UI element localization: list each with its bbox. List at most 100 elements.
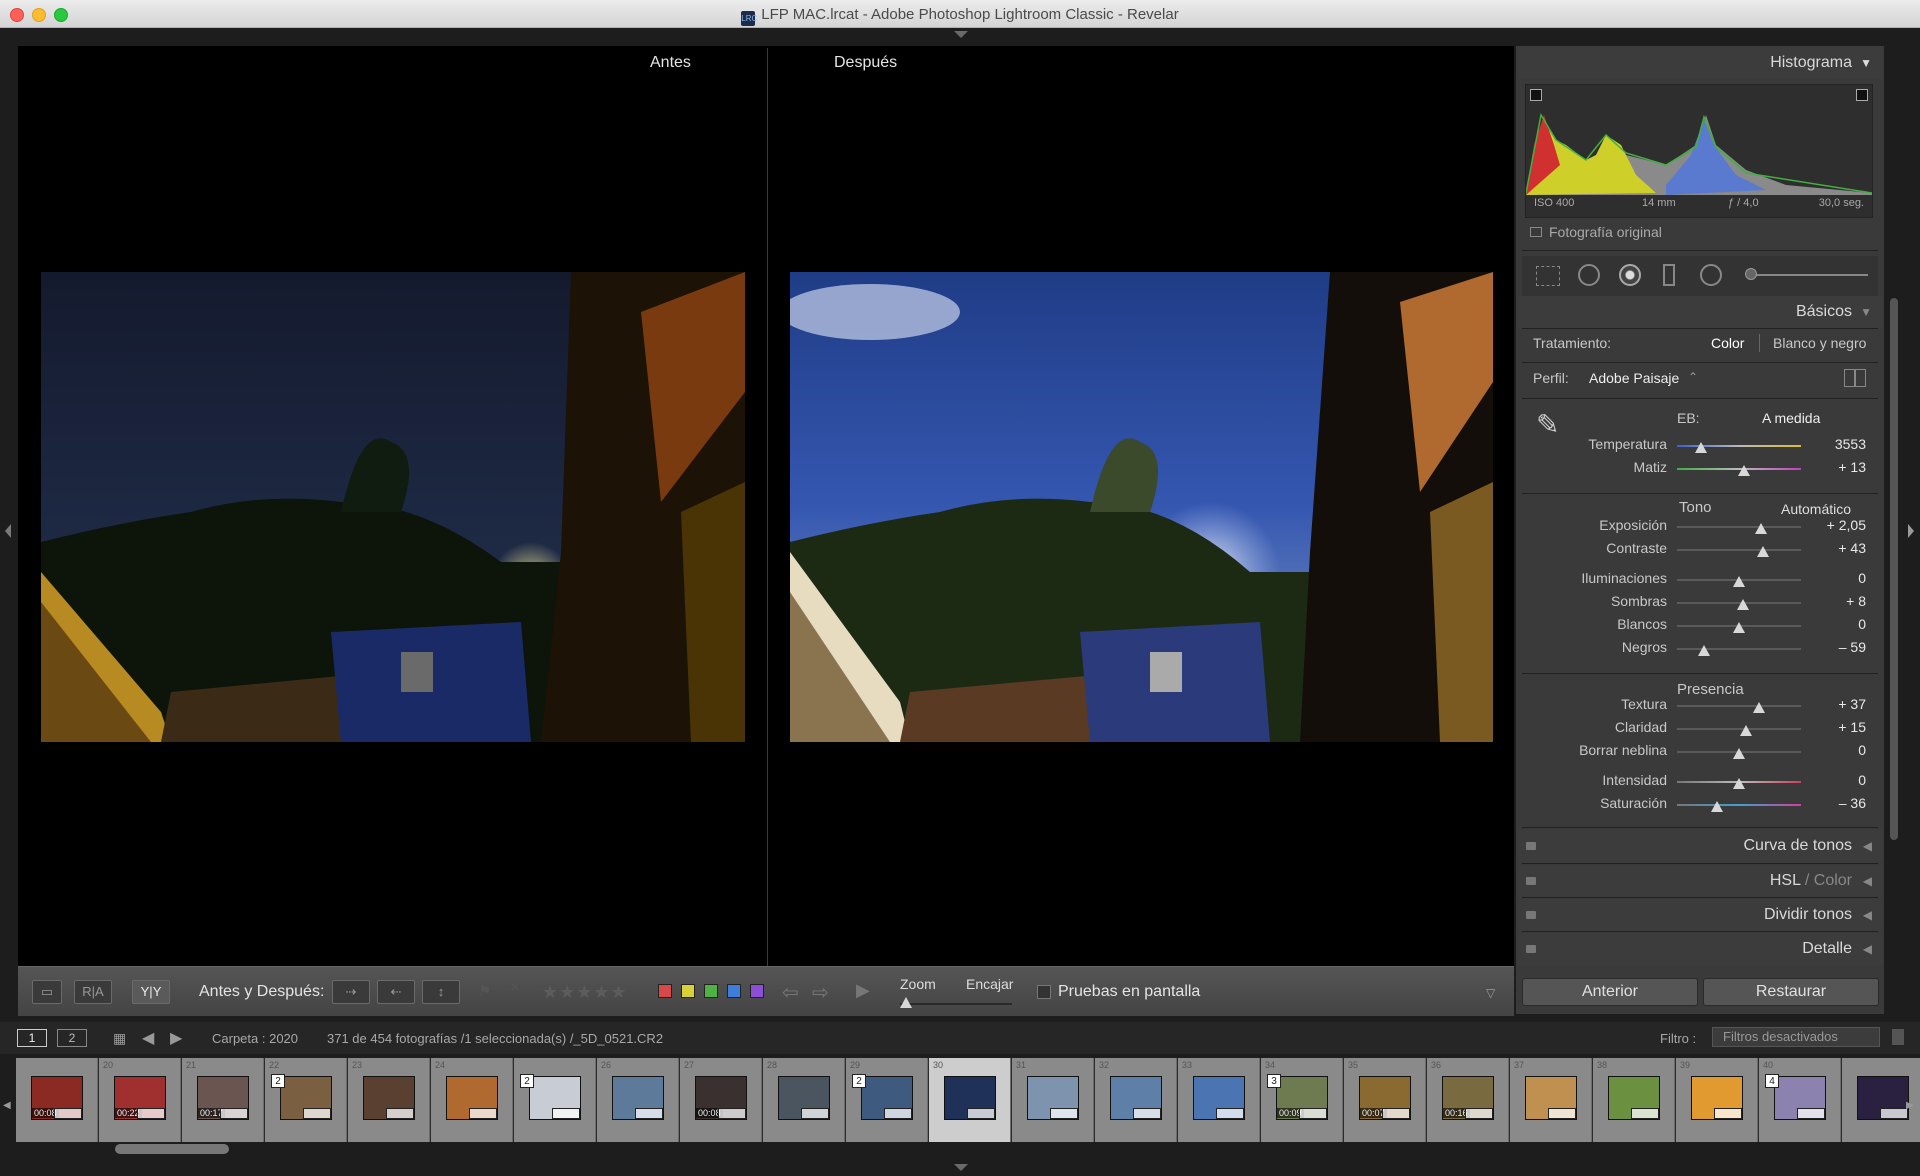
spot-removal-icon[interactable] xyxy=(1578,264,1600,286)
stack-count-badge[interactable]: 2 xyxy=(271,1074,285,1088)
previous-settings-button[interactable]: Anterior xyxy=(1522,978,1698,1006)
adjustment-brush-icon[interactable] xyxy=(1745,268,1757,280)
histogram-header[interactable]: Histograma ▼ xyxy=(1518,47,1882,79)
panel-switch-icon[interactable] xyxy=(1526,911,1536,919)
slider-track[interactable] xyxy=(1677,526,1801,528)
slider-knob[interactable] xyxy=(1737,465,1750,476)
filmstrip-thumbnail[interactable]: 00:08 xyxy=(16,1058,98,1142)
forward-arrow-icon[interactable]: ▶ xyxy=(170,1028,182,1048)
filter-dropdown[interactable]: Filtros desactivados xyxy=(1712,1027,1880,1047)
top-panel-toggle-icon[interactable] xyxy=(954,31,968,38)
treatment-color-option[interactable]: Color xyxy=(1711,335,1744,351)
graduated-filter-icon[interactable] xyxy=(1663,264,1675,286)
slider-value[interactable]: + 15 xyxy=(1810,719,1866,735)
previous-photo-icon[interactable]: ⇦ xyxy=(782,980,799,1005)
wb-dropdown[interactable]: A medida xyxy=(1762,410,1820,426)
color-label-red[interactable] xyxy=(658,984,672,998)
zoom-slider[interactable] xyxy=(900,1003,1012,1005)
color-label-green[interactable] xyxy=(704,984,718,998)
slider-knob[interactable] xyxy=(1698,645,1711,656)
copy-before-to-after-button[interactable]: ⇢ xyxy=(332,980,370,1004)
filmstrip-thumbnail[interactable]: 40 4 xyxy=(1759,1058,1841,1142)
panel-switch-icon[interactable] xyxy=(1526,877,1536,885)
slider-knob[interactable] xyxy=(1694,442,1707,453)
secondary-screen-button[interactable]: 2 xyxy=(57,1029,87,1047)
slider-knob[interactable] xyxy=(1756,546,1769,557)
left-panel-toggle-icon[interactable] xyxy=(5,524,11,538)
filmstrip-thumbnail[interactable]: 22 2 xyxy=(265,1058,347,1142)
panel-switch-icon[interactable] xyxy=(1526,842,1536,850)
main-screen-button[interactable]: 1 xyxy=(17,1029,47,1047)
slider-knob[interactable] xyxy=(1733,748,1745,759)
profile-browser-icon[interactable] xyxy=(1844,369,1866,387)
swap-before-after-button[interactable]: ↕ xyxy=(422,980,460,1004)
filmstrip-thumbnail[interactable]: 36 00:16 xyxy=(1427,1058,1509,1142)
slider-knob[interactable] xyxy=(1733,778,1745,789)
profile-dropdown-icon[interactable]: ⌃ xyxy=(1688,370,1698,384)
shadow-clipping-icon[interactable] xyxy=(1530,89,1542,101)
play-slideshow-icon[interactable]: ▶ xyxy=(856,980,870,1001)
filmstrip-thumbnail[interactable]: 27 00:08 xyxy=(680,1058,762,1142)
slider-knob[interactable] xyxy=(1755,523,1768,534)
split-toning-header[interactable]: Dividir tonos ◀ xyxy=(1518,899,1882,931)
filmstrip-thumbnail[interactable]: 24 xyxy=(431,1058,513,1142)
filmstrip-thumbnail[interactable]: 26 xyxy=(597,1058,679,1142)
filmstrip-thumbnail[interactable]: 39 xyxy=(1676,1058,1758,1142)
filmstrip-thumbnail[interactable]: 31 xyxy=(1012,1058,1094,1142)
right-panel-toggle-icon[interactable] xyxy=(1908,524,1914,538)
slider-value[interactable]: + 2,05 xyxy=(1810,517,1866,533)
slider-value[interactable]: 0 xyxy=(1810,742,1866,758)
filmstrip-scrollbar[interactable] xyxy=(115,1144,229,1154)
filmstrip-thumbnail[interactable]: 32 xyxy=(1095,1058,1177,1142)
color-label-yellow[interactable] xyxy=(681,984,695,998)
stack-count-badge[interactable]: 4 xyxy=(1765,1074,1779,1088)
slider-value[interactable]: 0 xyxy=(1810,616,1866,632)
color-label-blue[interactable] xyxy=(727,984,741,998)
slider-track[interactable] xyxy=(1677,728,1801,730)
filmstrip-thumbnail[interactable]: 21 00:17 xyxy=(182,1058,264,1142)
filmstrip-left-arrow-icon[interactable]: ◀ xyxy=(3,1100,11,1111)
filmstrip-thumbnail[interactable]: 23 xyxy=(348,1058,430,1142)
profile-dropdown[interactable]: Adobe Paisaje xyxy=(1589,370,1679,386)
color-label-purple[interactable] xyxy=(750,984,764,998)
crop-tool-icon[interactable] xyxy=(1536,266,1560,286)
stack-count-badge[interactable]: 2 xyxy=(520,1074,534,1088)
detail-header[interactable]: Detalle ◀ xyxy=(1518,933,1882,965)
reject-flag-icon[interactable]: ✕ xyxy=(510,980,520,994)
copy-after-to-before-button[interactable]: ⇠ xyxy=(377,980,415,1004)
slider-value[interactable]: + 43 xyxy=(1810,540,1866,556)
slider-knob[interactable] xyxy=(1740,725,1753,736)
slider-knob[interactable] xyxy=(1752,702,1765,713)
slider-knob[interactable] xyxy=(1736,599,1749,610)
grid-view-icon[interactable]: ▦ xyxy=(113,1030,126,1047)
filmstrip-thumbnail[interactable]: 2 xyxy=(514,1058,596,1142)
before-after-ra-button[interactable]: R|A xyxy=(74,980,112,1004)
filmstrip-right-arrow-icon[interactable]: ▶ xyxy=(1906,1100,1914,1111)
red-eye-icon[interactable] xyxy=(1619,264,1641,286)
radial-filter-icon[interactable] xyxy=(1700,264,1722,286)
treatment-bw-option[interactable]: Blanco y negro xyxy=(1773,335,1866,351)
filmstrip-thumbnail[interactable]: 28 xyxy=(763,1058,845,1142)
stack-count-badge[interactable]: 3 xyxy=(1267,1074,1281,1088)
loupe-view-button[interactable]: ▭ xyxy=(32,980,62,1004)
slider-value[interactable]: + 8 xyxy=(1810,593,1866,609)
adjustment-brush-slider[interactable] xyxy=(1746,274,1868,276)
folder-source[interactable]: Carpeta : 2020 xyxy=(212,1031,298,1046)
slider-knob[interactable] xyxy=(1733,576,1745,587)
after-photo[interactable] xyxy=(790,272,1493,742)
hsl-header[interactable]: HSL / Color ◀ xyxy=(1518,865,1882,897)
slider-value[interactable]: + 13 xyxy=(1810,459,1866,475)
highlight-clipping-icon[interactable] xyxy=(1856,89,1868,101)
next-photo-icon[interactable]: ⇨ xyxy=(812,980,829,1005)
slider-value[interactable]: 0 xyxy=(1810,772,1866,788)
photo-count[interactable]: 371 de 454 fotografías /1 seleccionada(s… xyxy=(327,1031,663,1046)
before-after-yy-button[interactable]: Y|Y xyxy=(132,980,170,1004)
filmstrip-thumbnail[interactable]: 35 00:07 xyxy=(1344,1058,1426,1142)
filmstrip-thumbnail[interactable]: 33 xyxy=(1178,1058,1260,1142)
slider-value[interactable]: 3553 xyxy=(1810,436,1866,452)
zoom-slider-knob[interactable] xyxy=(900,997,912,1008)
slider-value[interactable]: 0 xyxy=(1810,570,1866,586)
slider-knob[interactable] xyxy=(1733,622,1745,633)
slider-knob[interactable] xyxy=(1710,801,1723,812)
filmstrip-thumbnail[interactable]: 34 3 00:09 xyxy=(1261,1058,1343,1142)
